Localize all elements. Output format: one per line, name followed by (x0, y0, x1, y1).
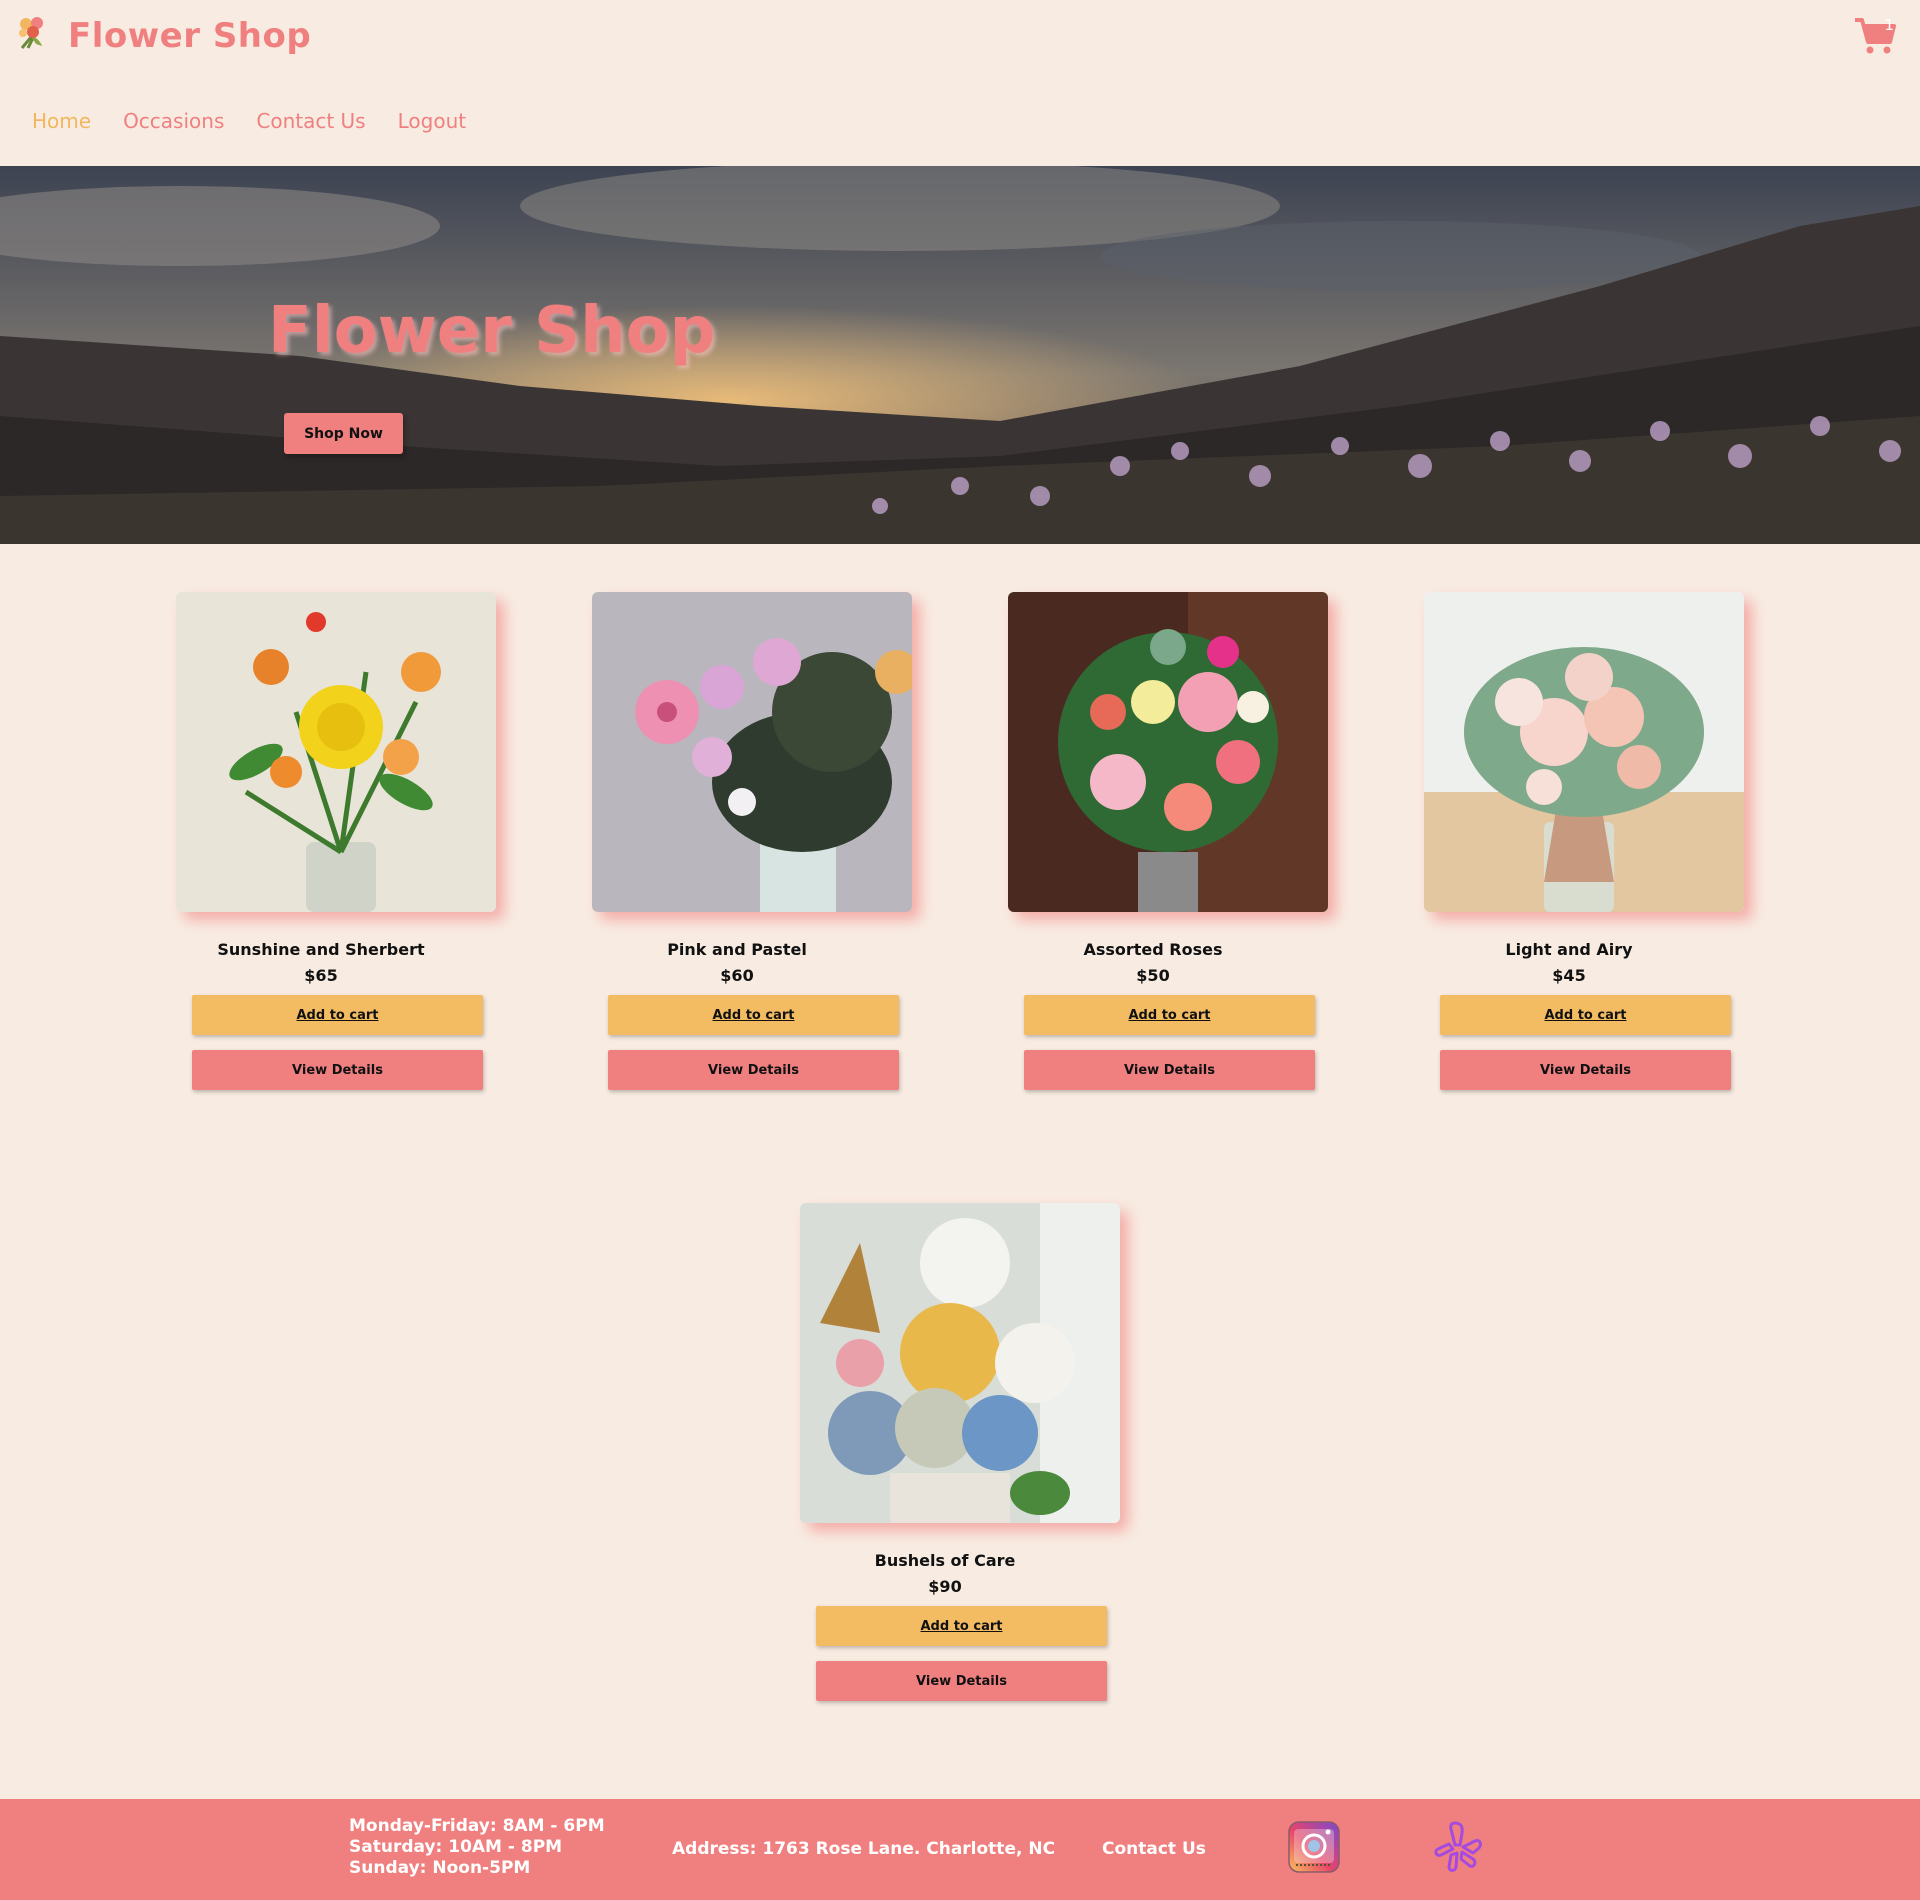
product-name: Bushels of Care (874, 1551, 1016, 1570)
product-name: Pink and Pastel (667, 940, 807, 959)
shop-now-button[interactable]: Shop Now (284, 413, 403, 454)
add-to-cart-button[interactable]: Add to cart (816, 1606, 1107, 1646)
add-to-cart-button[interactable]: Add to cart (1024, 995, 1315, 1035)
nav-logout[interactable]: Logout (398, 109, 466, 133)
product-card: Light and Airy $45 Add to cart View Deta… (1424, 592, 1744, 1090)
product-price: $60 (720, 966, 754, 985)
nav-occasions[interactable]: Occasions (123, 109, 224, 133)
product-price: $45 (1552, 966, 1586, 985)
view-details-button[interactable]: View Details (816, 1661, 1107, 1701)
product-image[interactable] (1008, 592, 1328, 912)
product-card: Sunshine and Sherbert $65 Add to cart Vi… (176, 592, 496, 1090)
add-to-cart-button[interactable]: Add to cart (608, 995, 899, 1035)
nav-contact-us[interactable]: Contact Us (256, 109, 365, 133)
nav-home[interactable]: Home (32, 109, 91, 133)
add-to-cart-button[interactable]: Add to cart (1440, 995, 1731, 1035)
site-brand[interactable]: Flower Shop (68, 16, 311, 56)
site-footer: Monday-Friday: 8AM - 6PM Saturday: 10AM … (0, 1799, 1920, 1900)
hours-saturday: Saturday: 10AM - 8PM (349, 1837, 563, 1857)
product-price: $50 (1136, 966, 1170, 985)
product-price: $65 (304, 966, 338, 985)
instagram-icon[interactable] (1288, 1821, 1340, 1873)
product-card: Pink and Pastel $60 Add to cart View Det… (592, 592, 912, 1090)
product-image[interactable] (800, 1203, 1120, 1523)
bouquet-icon[interactable] (14, 14, 50, 50)
view-details-button[interactable]: View Details (1440, 1050, 1731, 1090)
footer-contact-link[interactable]: Contact Us (1102, 1839, 1206, 1859)
store-address: Address: 1763 Rose Lane. Charlotte, NC (672, 1839, 1056, 1859)
product-name: Sunshine and Sherbert (217, 940, 425, 959)
product-price: $90 (928, 1577, 962, 1596)
cart-count-badge: 1 (1884, 16, 1894, 34)
main-nav: Home Occasions Contact Us Logout (32, 109, 466, 133)
hero-title: Flower Shop (268, 294, 716, 368)
hero-banner: Flower Shop Shop Now (0, 166, 1920, 544)
product-name: Light and Airy (1505, 940, 1633, 959)
product-name: Assorted Roses (1083, 940, 1223, 959)
product-card: Assorted Roses $50 Add to cart View Deta… (1008, 592, 1328, 1090)
hours-sunday: Sunday: Noon-5PM (349, 1858, 531, 1878)
product-image[interactable] (176, 592, 496, 912)
product-image[interactable] (1424, 592, 1744, 912)
view-details-button[interactable]: View Details (608, 1050, 899, 1090)
product-card: Bushels of Care $90 Add to cart View Det… (800, 1203, 1120, 1701)
add-to-cart-button[interactable]: Add to cart (192, 995, 483, 1035)
cart-button[interactable]: 1 (1854, 14, 1900, 58)
view-details-button[interactable]: View Details (192, 1050, 483, 1090)
business-hours: Monday-Friday: 8AM - 6PM Saturday: 10AM … (349, 1816, 605, 1879)
hours-weekdays: Monday-Friday: 8AM - 6PM (349, 1816, 605, 1836)
view-details-button[interactable]: View Details (1024, 1050, 1315, 1090)
product-image[interactable] (592, 592, 912, 912)
yelp-icon[interactable] (1433, 1819, 1483, 1875)
